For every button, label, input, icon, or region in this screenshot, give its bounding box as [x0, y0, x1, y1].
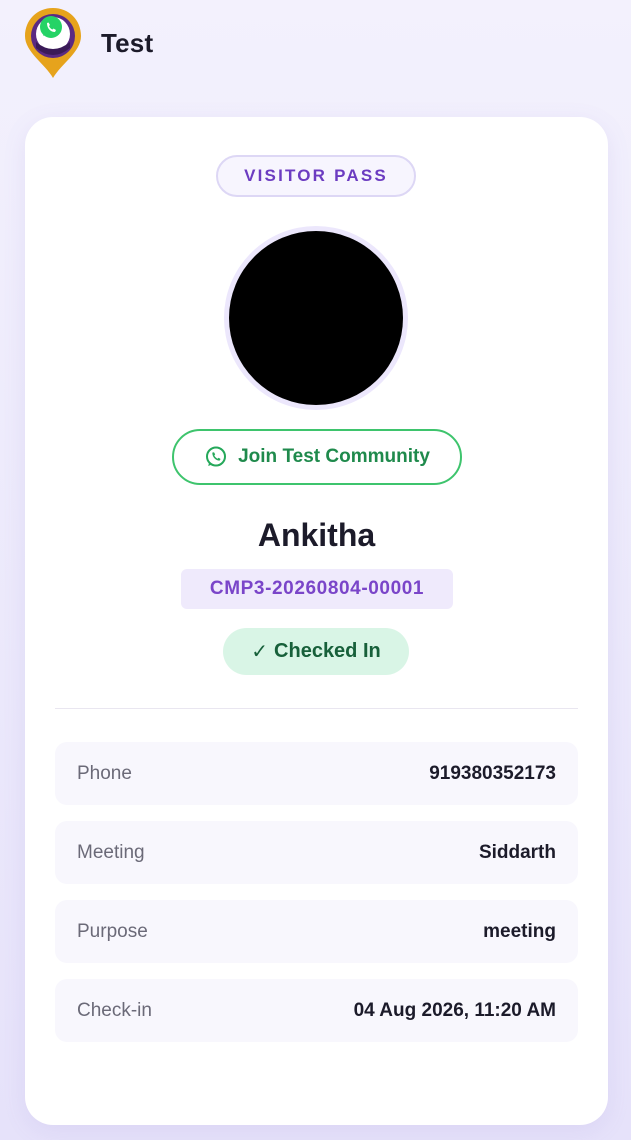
visitor-id-badge: CMP3-20260804-00001 [181, 569, 453, 609]
detail-label: Purpose [77, 921, 148, 942]
join-community-button[interactable]: Join Test Community [172, 429, 462, 485]
status-label: Checked In [274, 640, 381, 662]
detail-value: Siddarth [478, 842, 556, 863]
visitor-name: Ankitha [257, 517, 376, 553]
divider [55, 708, 578, 709]
detail-value: 04 Aug 2026, 11:20 AM [353, 1000, 556, 1021]
location-pin-whatsapp-icon [25, 8, 81, 78]
visitor-avatar [229, 231, 403, 405]
detail-row-meeting: Meeting Siddarth [55, 821, 578, 884]
detail-row-phone: Phone 919380352173 [55, 742, 578, 805]
detail-label: Meeting [77, 842, 145, 863]
detail-label: Check-in [77, 1000, 152, 1021]
detail-value: 919380352173 [429, 763, 556, 784]
check-icon: ✓ [251, 641, 269, 663]
detail-label: Phone [77, 763, 132, 784]
visitor-pass-card: VISITOR PASS Join Test Community Ankitha… [25, 117, 608, 1125]
status-badge: ✓ Checked In [223, 628, 409, 675]
join-community-label: Join Test Community [238, 446, 430, 467]
whatsapp-icon [206, 446, 227, 467]
detail-row-check-in: Check-in 04 Aug 2026, 11:20 AM [55, 979, 578, 1042]
app-logo[interactable] [22, 6, 84, 80]
app-header: Test [0, 0, 631, 96]
app-title: Test [101, 28, 154, 58]
visitor-pass-badge: VISITOR PASS [216, 155, 416, 197]
detail-value: meeting [483, 921, 556, 942]
detail-row-purpose: Purpose meeting [55, 900, 578, 963]
